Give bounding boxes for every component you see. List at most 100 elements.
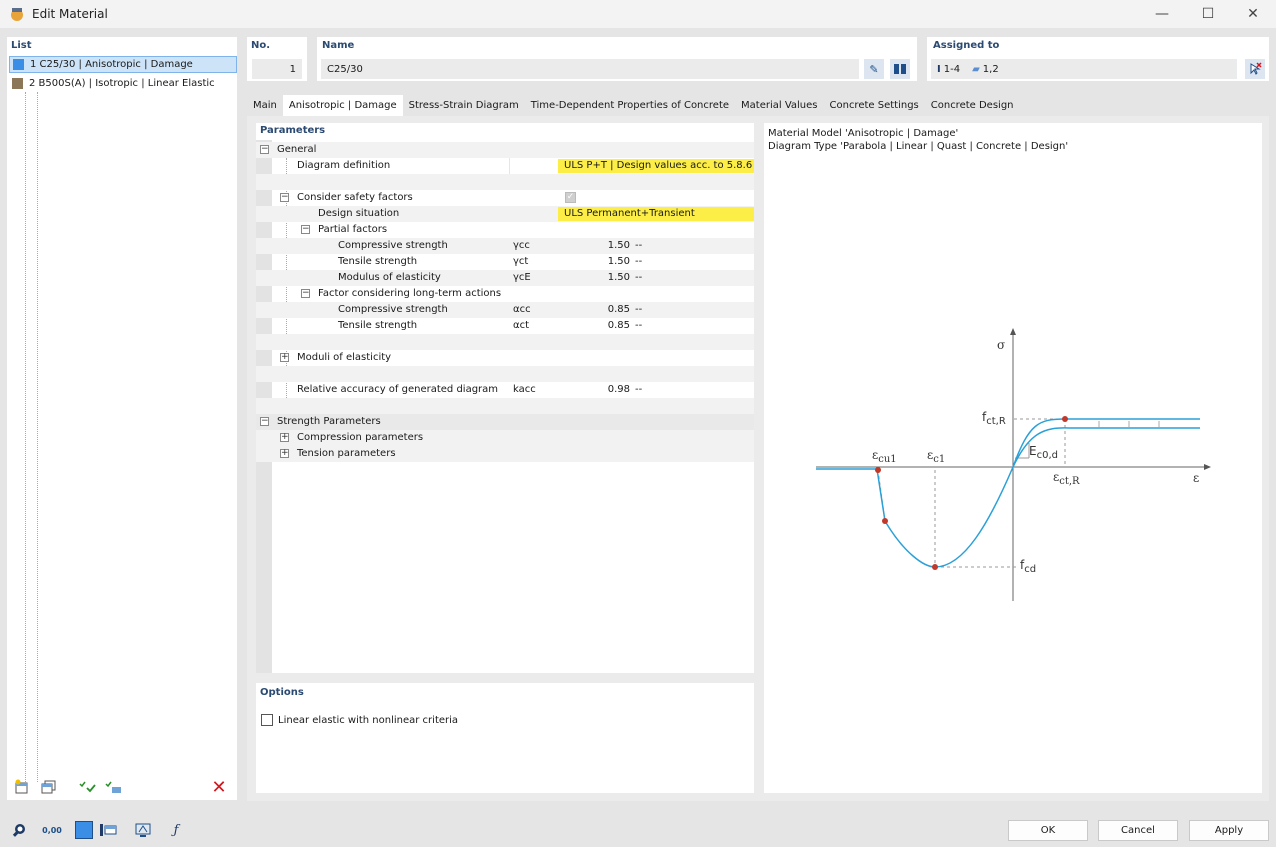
param-symbol: αcc xyxy=(513,304,531,315)
color-swatch xyxy=(12,78,23,89)
tab-time-dependent[interactable]: Time-Dependent Properties of Concrete xyxy=(524,95,736,116)
list-item-2[interactable]: 2 B500S(A) | Isotropic | Linear Elastic xyxy=(9,75,237,92)
row-moduli[interactable]: + Moduli of elasticity xyxy=(256,350,754,366)
param-unit: -- xyxy=(635,272,643,283)
expand-icon[interactable]: + xyxy=(280,449,289,458)
collapse-icon[interactable]: − xyxy=(301,225,310,234)
check-all-icon[interactable] xyxy=(77,777,97,797)
list-item-1[interactable]: 1 C25/30 | Anisotropic | Damage xyxy=(9,56,237,73)
diagram-panel: Material Model 'Anisotropic | Damage' Di… xyxy=(764,123,1262,793)
title-bar: Edit Material — ☐ ✕ xyxy=(0,0,1276,28)
tab-main[interactable]: Main xyxy=(247,95,283,116)
assigned-panel: Assigned to I 1-4 ▰ 1,2 xyxy=(927,37,1269,81)
collapse-icon[interactable]: − xyxy=(301,289,310,298)
param-label: Compression parameters xyxy=(297,432,424,443)
tab-material-values[interactable]: Material Values xyxy=(735,95,824,116)
expand-icon[interactable]: + xyxy=(280,353,289,362)
general-label: General xyxy=(277,144,317,155)
row-pf-compressive[interactable]: Compressive strength γcc 1.50 -- xyxy=(256,238,754,254)
apply-button[interactable]: Apply xyxy=(1189,820,1269,841)
formula-icon[interactable]: ƒ xyxy=(166,820,186,840)
assigned-members: 1-4 xyxy=(943,63,961,75)
search-icon[interactable] xyxy=(9,820,29,840)
row-general[interactable]: − General xyxy=(256,142,754,158)
param-label: Tensile strength xyxy=(338,256,418,267)
expand-icon[interactable]: + xyxy=(280,433,289,442)
ecu1-label: εcu1 xyxy=(872,448,897,465)
cancel-button[interactable]: Cancel xyxy=(1098,820,1178,841)
linear-elastic-checkbox[interactable] xyxy=(261,714,273,726)
tab-stress-strain[interactable]: Stress-Strain Diagram xyxy=(402,95,525,116)
row-pf-modulus[interactable]: Modulus of elasticity γcE 1.50 -- xyxy=(256,270,754,286)
number-field[interactable]: 1 xyxy=(252,59,302,79)
list-panel: List 1 C25/30 | Anisotropic | Damage 2 B… xyxy=(7,37,237,800)
row-partial-factors[interactable]: − Partial factors xyxy=(256,222,754,238)
delete-icon[interactable]: ✕ xyxy=(209,777,229,798)
row-pf-tensile[interactable]: Tensile strength γct 1.50 -- xyxy=(256,254,754,270)
list-item-label: 1 C25/30 | Anisotropic | Damage xyxy=(30,59,193,70)
display-icon[interactable] xyxy=(98,820,118,840)
row-tension[interactable]: + Tension parameters xyxy=(256,446,754,462)
ok-button[interactable]: OK xyxy=(1008,820,1088,841)
param-unit: -- xyxy=(635,384,643,395)
tab-concrete-settings[interactable]: Concrete Settings xyxy=(823,95,925,116)
point-fcd xyxy=(932,564,938,570)
fcd-label: fcd xyxy=(1020,558,1036,575)
maximize-button[interactable]: ☐ xyxy=(1198,4,1218,24)
assigned-header: Assigned to xyxy=(933,40,1000,51)
param-label: Relative accuracy of generated diagram xyxy=(297,384,499,395)
collapse-icon[interactable]: − xyxy=(260,417,269,426)
design-situation-select[interactable]: ULS Permanent+Transient xyxy=(558,207,754,221)
row-lt-compressive[interactable]: Compressive strength αcc 0.85 -- xyxy=(256,302,754,318)
collapse-icon[interactable]: − xyxy=(260,145,269,154)
edit-name-icon[interactable]: ✎ xyxy=(864,59,884,79)
row-accuracy[interactable]: Relative accuracy of generated diagram k… xyxy=(256,382,754,398)
param-label: Strength Parameters xyxy=(277,416,381,427)
view-icon[interactable] xyxy=(133,820,153,840)
param-label: Diagram definition xyxy=(297,160,391,171)
assigned-field[interactable]: I 1-4 ▰ 1,2 xyxy=(931,59,1237,79)
row-design-situation[interactable]: Design situation ULS Permanent+Transient xyxy=(256,206,754,222)
param-label: Moduli of elasticity xyxy=(297,352,392,363)
row-consider-safety[interactable]: − Consider safety factors ✓ xyxy=(256,190,754,206)
row-compression[interactable]: + Compression parameters xyxy=(256,430,754,446)
param-unit: -- xyxy=(635,240,643,251)
units-icon[interactable]: 0,00 xyxy=(42,820,62,840)
param-value[interactable]: 1.50 xyxy=(608,240,630,251)
parameters-header: Parameters xyxy=(260,125,326,136)
param-value[interactable]: 1.50 xyxy=(608,256,630,267)
select-assignment-icon[interactable] xyxy=(1245,59,1265,79)
stress-strain-diagram: σ ε fct,R εcu1 εc1 Ec0,d εct,R fcd xyxy=(816,328,1211,601)
copy-material-icon[interactable] xyxy=(39,777,59,797)
param-unit: -- xyxy=(635,320,643,331)
parameters-table: − General Diagram definition ULS P+T | D… xyxy=(256,142,754,462)
name-header: Name xyxy=(322,40,355,51)
library-icon[interactable] xyxy=(890,59,910,79)
row-strength[interactable]: − Strength Parameters xyxy=(256,414,754,430)
check-selected-icon[interactable] xyxy=(103,777,123,797)
point-ecu1 xyxy=(875,467,881,473)
row-long-term[interactable]: − Factor considering long-term actions xyxy=(256,286,754,302)
param-value[interactable]: 1.50 xyxy=(608,272,630,283)
param-value[interactable]: 0.98 xyxy=(608,384,630,395)
param-unit: -- xyxy=(635,256,643,267)
tab-concrete-design[interactable]: Concrete Design xyxy=(924,95,1020,116)
options-panel: Options Linear elastic with nonlinear cr… xyxy=(256,683,754,793)
surface-icon: ▰ xyxy=(972,63,980,75)
param-value[interactable]: 0.85 xyxy=(608,320,630,331)
param-label: Design situation xyxy=(318,208,400,219)
row-diagram-definition[interactable]: Diagram definition ULS P+T | Design valu… xyxy=(256,158,754,174)
close-button[interactable]: ✕ xyxy=(1243,4,1263,24)
name-field[interactable]: C25/30 xyxy=(321,59,859,79)
diagram-definition-select[interactable]: ULS P+T | Design values acc. to 5.8.6 xyxy=(558,159,754,173)
param-symbol: αct xyxy=(513,320,530,331)
minimize-button[interactable]: — xyxy=(1152,4,1172,24)
collapse-icon[interactable]: − xyxy=(280,193,289,202)
color-icon[interactable] xyxy=(74,820,94,840)
new-material-icon[interactable] xyxy=(12,777,32,797)
tab-anisotropic-damage[interactable]: Anisotropic | Damage xyxy=(282,95,403,116)
param-value[interactable]: 0.85 xyxy=(608,304,630,315)
row-lt-tensile[interactable]: Tensile strength αct 0.85 -- xyxy=(256,318,754,334)
epsilon-label: ε xyxy=(1193,471,1199,485)
safety-checkbox[interactable]: ✓ xyxy=(565,192,576,203)
